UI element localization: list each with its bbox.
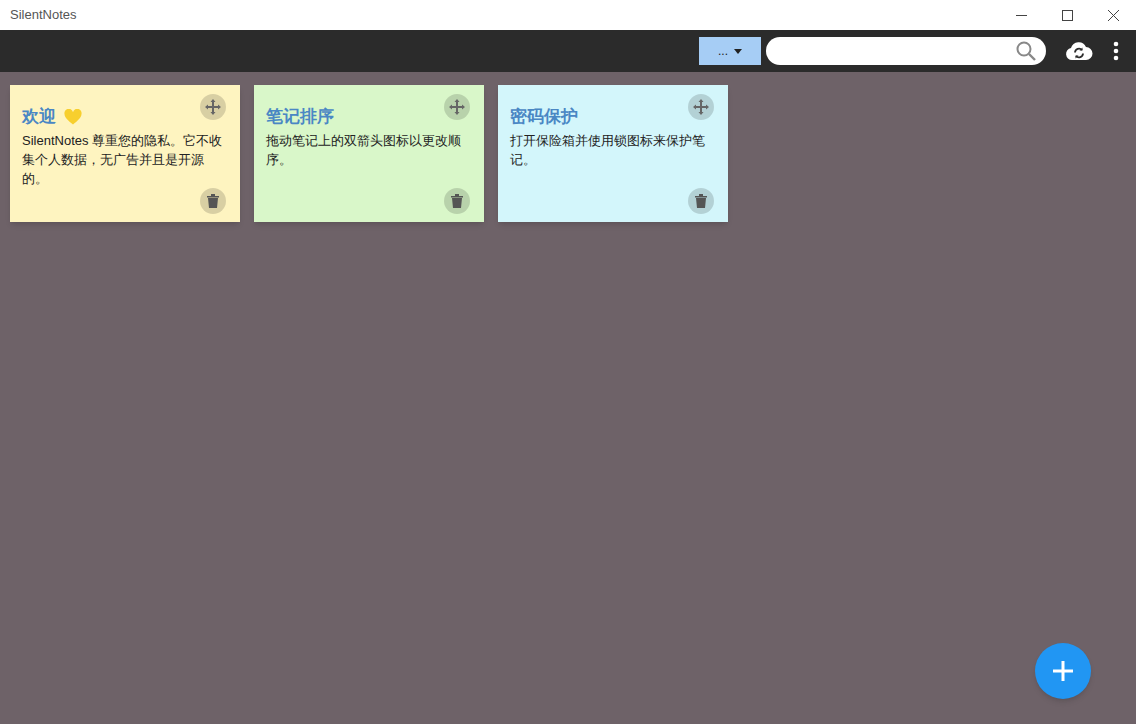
filter-dropdown[interactable]: ... [699, 37, 761, 65]
search-field[interactable] [766, 37, 1046, 65]
note-card[interactable]: 欢迎SilentNotes 尊重您的隐私。它不收集个人数据，无广告并且是开源的。 [10, 85, 240, 222]
toolbar: ... [0, 30, 1136, 72]
note-title: 笔记排序 [266, 105, 334, 129]
search-icon[interactable] [1016, 41, 1036, 61]
note-card[interactable]: 笔记排序拖动笔记上的双箭头图标以更改顺序。 [254, 85, 484, 222]
add-note-button[interactable] [1035, 643, 1091, 699]
title-bar: SilentNotes [0, 0, 1136, 30]
plus-icon [1052, 660, 1074, 682]
maximize-icon[interactable] [1044, 0, 1090, 30]
note-body: 打开保险箱并使用锁图标来保护笔记。 [510, 131, 718, 169]
note-body: 拖动笔记上的双箭头图标以更改顺序。 [266, 131, 474, 169]
minimize-icon[interactable] [998, 0, 1044, 30]
note-title: 密码保护 [510, 105, 578, 129]
note-card[interactable]: 密码保护打开保险箱并使用锁图标来保护笔记。 [498, 85, 728, 222]
note-body: SilentNotes 尊重您的隐私。它不收集个人数据，无广告并且是开源的。 [22, 131, 230, 188]
trash-icon[interactable] [444, 188, 470, 214]
move-icon[interactable] [444, 94, 470, 120]
dropdown-label: ... [718, 42, 728, 60]
caret-icon [734, 49, 742, 54]
trash-icon[interactable] [688, 188, 714, 214]
move-icon[interactable] [688, 94, 714, 120]
close-icon[interactable] [1090, 0, 1136, 30]
cloud-sync-icon[interactable] [1064, 36, 1094, 66]
note-title: 欢迎 [22, 105, 56, 129]
search-input[interactable] [776, 41, 1016, 61]
window-title: SilentNotes [0, 5, 998, 25]
trash-icon[interactable] [200, 188, 226, 214]
notes-area: 欢迎SilentNotes 尊重您的隐私。它不收集个人数据，无广告并且是开源的。… [0, 72, 1136, 724]
move-icon[interactable] [200, 94, 226, 120]
heart-icon [64, 109, 82, 125]
menu-icon[interactable] [1106, 36, 1126, 66]
notes-list: 欢迎SilentNotes 尊重您的隐私。它不收集个人数据，无广告并且是开源的。… [0, 72, 1136, 222]
